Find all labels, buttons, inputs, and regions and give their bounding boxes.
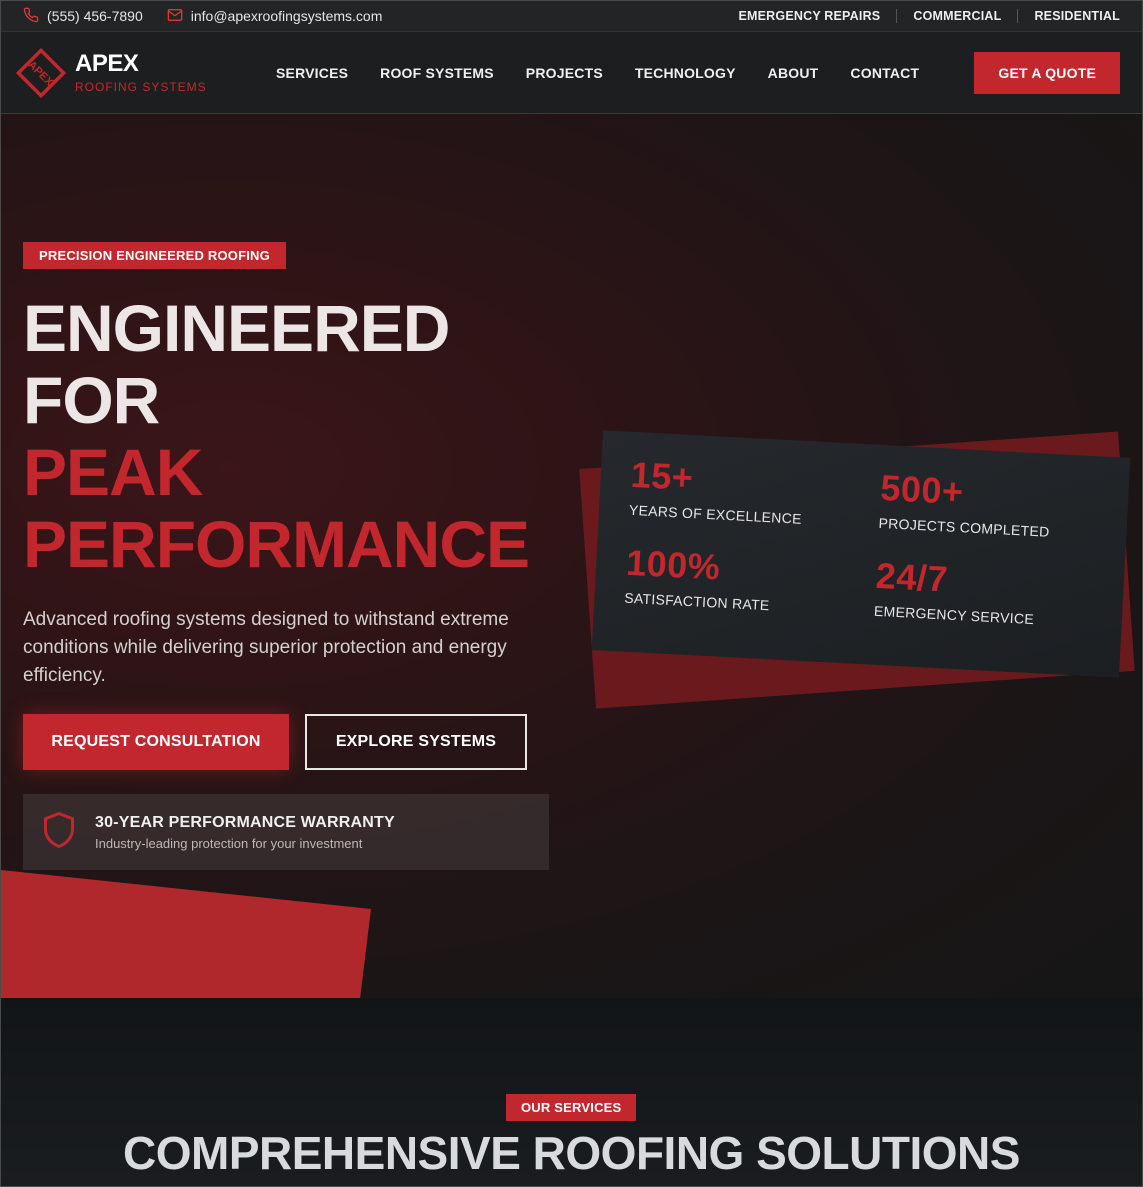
- hero-title: ENGINEERED FOR PEAK PERFORMANCE: [23, 291, 530, 581]
- phone-number: (555) 456-7890: [47, 8, 143, 24]
- stat-label: YEARS OF EXCELLENCE: [628, 501, 803, 527]
- page: (555) 456-7890 info@apexroofingsystems.c…: [0, 0, 1143, 1187]
- stat-label: SATISFACTION RATE: [623, 589, 770, 614]
- hero-title-line-3: PEAK: [23, 435, 203, 509]
- request-consultation-button[interactable]: REQUEST CONSULTATION: [23, 714, 289, 770]
- services-title: COMPREHENSIVE ROOFING SOLUTIONS: [123, 1127, 1020, 1179]
- shield-icon: [41, 810, 77, 855]
- brand-tagline: ROOFING SYSTEMS: [75, 79, 207, 94]
- get-quote-button[interactable]: GET A QUOTE: [974, 51, 1120, 94]
- services-section: OUR SERVICES COMPREHENSIVE ROOFING SOLUT…: [1, 998, 1142, 1186]
- top-links: EMERGENCY REPAIRS COMMERCIAL RESIDENTIAL: [722, 9, 1120, 23]
- hero-title-line-1: ENGINEERED: [23, 291, 450, 365]
- top-link-commercial[interactable]: COMMERCIAL: [896, 9, 1017, 23]
- hero-description: Advanced roofing systems designed to wit…: [23, 609, 509, 686]
- logo-text: APEX ROOFING SYSTEMS: [75, 49, 207, 94]
- stat-value: 500+: [879, 466, 965, 513]
- hero-title-line-4: PERFORMANCE: [23, 507, 530, 581]
- email-address: info@apexroofingsystems.com: [190, 8, 383, 24]
- explore-systems-button[interactable]: EXPLORE SYSTEMS: [305, 714, 527, 770]
- mail-icon: [167, 7, 183, 26]
- contact-info: (555) 456-7890 info@apexroofingsystems.c…: [23, 7, 382, 26]
- phone-link[interactable]: (555) 456-7890: [23, 7, 143, 26]
- phone-icon: [23, 7, 39, 26]
- nav-item-services[interactable]: SERVICES: [276, 65, 348, 81]
- hero-title-line-2: FOR: [23, 363, 160, 437]
- stats-panel: 15+ YEARS OF EXCELLENCE 500+ PROJECTS CO…: [579, 430, 1138, 709]
- stat-label: PROJECTS COMPLETED: [878, 514, 1050, 540]
- decorative-red-shape: [1, 870, 371, 998]
- top-bar: (555) 456-7890 info@apexroofingsystems.c…: [1, 1, 1142, 32]
- brand-name: APEX: [75, 49, 139, 77]
- logo[interactable]: APEX APEX ROOFING SYSTEMS: [13, 45, 233, 101]
- top-link-residential[interactable]: RESIDENTIAL: [1017, 9, 1120, 23]
- stat-emergency: 24/7 EMERGENCY SERVICE: [874, 555, 1037, 627]
- nav-item-contact[interactable]: CONTACT: [850, 65, 919, 81]
- nav-menu: SERVICES ROOF SYSTEMS PROJECTS TECHNOLOG…: [276, 65, 919, 81]
- hero-section: PRECISION ENGINEERED ROOFING ENGINEERED …: [1, 114, 1142, 998]
- stat-label: EMERGENCY SERVICE: [873, 602, 1035, 628]
- top-link-emergency-repairs[interactable]: EMERGENCY REPAIRS: [722, 9, 896, 23]
- hero-badge: PRECISION ENGINEERED ROOFING: [23, 242, 286, 269]
- nav-item-projects[interactable]: PROJECTS: [526, 65, 603, 81]
- stat-value: 24/7: [874, 554, 949, 600]
- nav-item-technology[interactable]: TECHNOLOGY: [635, 65, 736, 81]
- services-badge: OUR SERVICES: [506, 1094, 637, 1121]
- stat-years: 15+ YEARS OF EXCELLENCE: [629, 454, 805, 527]
- logo-mark-icon: APEX: [13, 45, 69, 101]
- main-nav: APEX APEX ROOFING SYSTEMS SERVICES ROOF …: [1, 32, 1142, 114]
- stat-projects: 500+ PROJECTS COMPLETED: [878, 467, 1052, 540]
- warranty-box: 30-YEAR PERFORMANCE WARRANTY Industry-le…: [23, 794, 549, 870]
- nav-item-about[interactable]: ABOUT: [768, 65, 819, 81]
- email-link[interactable]: info@apexroofingsystems.com: [167, 7, 383, 26]
- warranty-title: 30-YEAR PERFORMANCE WARRANTY: [95, 813, 395, 831]
- warranty-subtitle: Industry-leading protection for your inv…: [95, 835, 363, 851]
- stat-satisfaction: 100% SATISFACTION RATE: [624, 542, 773, 614]
- warranty-text: 30-YEAR PERFORMANCE WARRANTY Industry-le…: [95, 814, 395, 851]
- stat-value: 15+: [629, 453, 695, 499]
- stats-card: 15+ YEARS OF EXCELLENCE 500+ PROJECTS CO…: [591, 430, 1131, 678]
- stat-value: 100%: [625, 541, 722, 588]
- nav-item-roof-systems[interactable]: ROOF SYSTEMS: [380, 65, 494, 81]
